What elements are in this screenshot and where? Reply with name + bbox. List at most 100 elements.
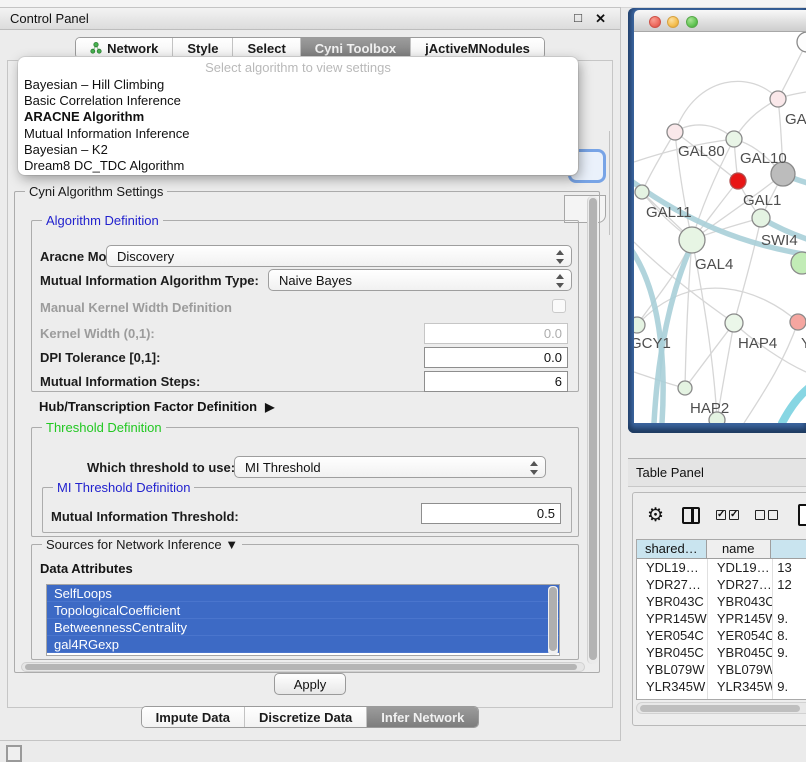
show-columns-icon[interactable] [682,507,700,524]
settings-horizontal-scrollbar[interactable] [21,662,585,672]
unchecked-box-icon [755,510,765,520]
settings-horizontal-scrollbar-thumb[interactable] [25,664,577,670]
tab-network-label: Network [107,41,158,56]
network-node-gal10[interactable] [726,131,742,147]
manual-kernel-checkbox[interactable] [552,299,566,313]
network-node-gal4[interactable] [679,227,705,253]
data-attribute-item[interactable]: SelfLoops [47,585,559,602]
data-attribute-item[interactable]: TopologicalCoefficient [47,602,559,619]
mi-type-select[interactable]: Naive Bayes [268,269,572,291]
network-window-titlebar[interactable] [634,10,806,32]
select-all-columns-button[interactable]: ✓ ✓ [716,510,739,520]
combo-arrows-icon [556,273,565,289]
tab-cyni-toolbox-label: Cyni Toolbox [315,41,396,56]
aracne-mode-select[interactable]: Discovery [106,245,572,267]
network-node-gal1[interactable] [752,209,770,227]
tab-jactivemnodules[interactable]: jActiveMNodules [411,38,544,58]
table-panel-title: Table Panel [636,465,704,480]
table-row[interactable]: YBR045C YBR045C 9. [637,644,806,661]
list-vertical-scrollbar-thumb[interactable] [549,587,557,651]
tab-impute-data[interactable]: Impute Data [142,707,245,727]
settings-vertical-scrollbar[interactable] [587,196,598,664]
list-vertical-scrollbar[interactable] [548,586,558,655]
mi-steps-field[interactable]: 6 [424,371,568,392]
network-canvas[interactable]: GAL8GAL80GAL10GAL1GAL11GAL4SWI4GCY1HAP4Y… [634,32,806,423]
sources-expanded-arrow-icon[interactable]: ▼ [225,537,238,552]
mi-threshold-label: Mutual Information Threshold: [51,509,239,524]
network-node-y[interactable] [790,314,806,330]
table-row[interactable]: YBL079W YBL079W [637,661,806,678]
network-node-label-gal11: GAL11 [646,204,692,221]
which-threshold-row: Which threshold to use: MI Threshold [32,455,578,479]
table-panel-header[interactable]: Table Panel [628,458,806,487]
zoom-window-icon[interactable] [686,16,698,28]
data-attribute-item[interactable]: BetweennessCentrality [47,619,559,636]
tab-discretize-data-label: Discretize Data [259,710,352,725]
gear-icon[interactable]: ⚙ [647,504,664,527]
settings-vertical-scrollbar-thumb[interactable] [589,198,597,660]
tab-network[interactable]: Network [76,38,173,58]
cyni-algorithm-settings-group: Cyni Algorithm Settings Algorithm Defini… [14,191,600,673]
algorithm-definition-title: Algorithm Definition [42,213,163,228]
which-threshold-value: MI Threshold [245,460,321,475]
table-horizontal-scrollbar-thumb[interactable] [640,705,800,712]
network-node-unlabeled[interactable] [797,32,806,52]
table-row[interactable]: YBR043C YBR043C [637,593,806,610]
sources-title[interactable]: Sources for Network Inference ▼ [42,537,242,552]
table-row[interactable]: YIL052C YIL052C 9 [637,695,806,700]
network-node-swi4[interactable] [791,252,806,274]
algorithm-dropdown-item[interactable]: Basic Correlation Inference [18,93,578,109]
network-node-unlabeled[interactable] [730,173,746,189]
control-panel-titlebar[interactable]: Control Panel □ ✕ [0,8,620,30]
minimize-window-icon[interactable] [667,16,679,28]
table-row[interactable]: YPR145W YPR145W 9. [637,610,806,627]
column-header-clipped[interactable]: A [771,540,806,558]
deselect-all-columns-button[interactable] [755,510,778,520]
table-row[interactable]: YDR27… YDR27… 12 [637,576,806,593]
table-row[interactable]: YDL19… YDL19… 13 [637,559,806,576]
network-node-gcy1[interactable] [634,317,645,333]
network-node-hap4[interactable] [725,314,743,332]
algorithm-dropdown-item[interactable]: Bayesian – Hill Climbing [18,77,578,93]
threshold-definition-title: Threshold Definition [42,420,166,435]
algorithm-dropdown-item[interactable]: Mutual Information Inference [18,126,578,142]
tab-style[interactable]: Style [173,38,233,58]
data-attribute-item[interactable]: gal4RGexp [47,636,559,653]
close-panel-icon[interactable]: ✕ [595,11,606,27]
network-node-hap2[interactable] [678,381,692,395]
tab-infer-network[interactable]: Infer Network [367,707,478,727]
network-node-label-hap4: HAP4 [738,335,777,352]
column-header-name[interactable]: name [707,540,771,558]
mi-threshold-field[interactable]: 0.5 [421,503,561,524]
unchecked-box-icon [768,510,778,520]
hub-collapsed-arrow-icon[interactable]: ▶ [265,400,274,414]
algorithm-dropdown-item[interactable]: Dream8 DC_TDC Algorithm [18,158,578,174]
which-threshold-select[interactable]: MI Threshold [234,456,546,478]
hub-definition-toggle[interactable]: Hub/Transcription Factor Definition▶ [39,399,274,414]
control-panel-window: Control Panel □ ✕ Network Style Select [0,8,620,740]
apply-button[interactable]: Apply [274,673,346,695]
algorithm-dropdown-item[interactable]: ARACNE Algorithm [18,109,578,125]
tab-select[interactable]: Select [233,38,300,58]
algorithm-dropdown-prompt[interactable]: Select algorithm to view settings [18,59,578,77]
column-header-shared-name[interactable]: shared… [637,540,707,558]
tab-discretize-data[interactable]: Discretize Data [245,707,367,727]
data-attributes-list[interactable]: SelfLoopsTopologicalCoefficientBetweenne… [46,584,560,656]
algorithm-definition-group: Algorithm Definition Aracne Mode: Discov… [31,220,579,392]
tab-cyni-toolbox[interactable]: Cyni Toolbox [301,38,411,58]
export-table-icon[interactable] [798,504,806,526]
algorithm-dropdown-item[interactable]: Bayesian – K2 [18,142,578,158]
network-node-gal80[interactable] [667,124,683,140]
close-window-icon[interactable] [649,16,661,28]
network-node-gal11[interactable] [635,185,649,199]
network-node-gal8[interactable] [770,91,786,107]
dpi-tolerance-field[interactable]: 0.0 [424,347,568,368]
table-row[interactable]: YER054C YER054C 8. [637,627,806,644]
float-window-icon[interactable]: □ [574,10,582,25]
table-header-row: shared… name A [637,540,806,559]
table-horizontal-scrollbar[interactable] [636,702,806,714]
minimized-panel-icon[interactable] [6,745,22,762]
tab-infer-network-label: Infer Network [381,710,464,725]
kernel-width-field[interactable]: 0.0 [424,323,568,344]
table-row[interactable]: YLR345W YLR345W 9. [637,678,806,695]
